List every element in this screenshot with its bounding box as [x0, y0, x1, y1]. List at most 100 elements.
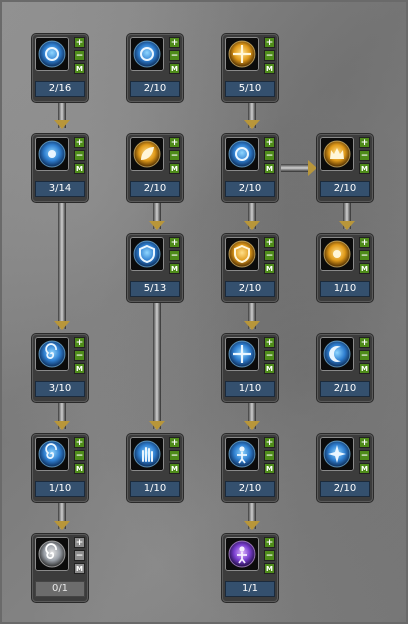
- increase-skill-button[interactable]: +: [359, 337, 370, 348]
- max-skill-button[interactable]: M: [359, 263, 370, 274]
- decrease-skill-button[interactable]: −: [74, 450, 85, 461]
- skill-level-label: 1/10: [130, 481, 180, 497]
- increase-skill-button[interactable]: +: [169, 37, 180, 48]
- golden-shield-icon[interactable]: [225, 237, 259, 271]
- skill-node: + − M 2/16: [32, 34, 88, 102]
- blue-star-icon[interactable]: [320, 437, 354, 471]
- decrease-skill-button[interactable]: −: [359, 150, 370, 161]
- max-skill-button[interactable]: M: [74, 463, 85, 474]
- skill-level-label: 1/10: [225, 381, 275, 397]
- decrease-skill-button[interactable]: −: [169, 250, 180, 261]
- golden-crown-icon[interactable]: [320, 137, 354, 171]
- increase-skill-button[interactable]: +: [74, 537, 85, 548]
- decrease-skill-button[interactable]: −: [74, 550, 85, 561]
- decrease-skill-button[interactable]: −: [169, 50, 180, 61]
- max-skill-button[interactable]: M: [169, 463, 180, 474]
- sun-ring-icon[interactable]: [35, 37, 69, 71]
- max-skill-button[interactable]: M: [74, 163, 85, 174]
- figure-ring-icon[interactable]: [130, 37, 164, 71]
- skill-node: + − M 2/10: [222, 234, 278, 302]
- increase-skill-button[interactable]: +: [359, 137, 370, 148]
- max-skill-button[interactable]: M: [359, 163, 370, 174]
- increase-skill-button[interactable]: +: [74, 437, 85, 448]
- blue-figure-icon[interactable]: [225, 437, 259, 471]
- max-skill-button[interactable]: M: [359, 363, 370, 374]
- skill-node: + − M 1/10: [222, 334, 278, 402]
- increase-skill-button[interactable]: +: [264, 137, 275, 148]
- max-skill-button[interactable]: M: [264, 463, 275, 474]
- blue-crescent-icon[interactable]: [320, 337, 354, 371]
- decrease-skill-button[interactable]: −: [264, 550, 275, 561]
- decrease-skill-button[interactable]: −: [264, 150, 275, 161]
- skill-node: + − M 0/1: [32, 534, 88, 602]
- blue-shield-icon[interactable]: [130, 237, 164, 271]
- increase-skill-button[interactable]: +: [169, 237, 180, 248]
- max-skill-button[interactable]: M: [74, 363, 85, 374]
- connector-r2c3-r3c3: [244, 201, 260, 230]
- skill-node: + − M 1/10: [317, 234, 373, 302]
- max-skill-button[interactable]: M: [169, 263, 180, 274]
- decrease-skill-button[interactable]: −: [264, 450, 275, 461]
- max-skill-button[interactable]: M: [264, 63, 275, 74]
- increase-skill-button[interactable]: +: [74, 137, 85, 148]
- decrease-skill-button[interactable]: −: [169, 450, 180, 461]
- max-skill-button[interactable]: M: [264, 263, 275, 274]
- connector-r6c3-r7c3: [244, 500, 260, 530]
- connector-r2c3-r2c4: [281, 160, 317, 176]
- blue-crosshair-icon[interactable]: [225, 337, 259, 371]
- max-skill-button[interactable]: M: [169, 163, 180, 174]
- connector-r3c3-r5c3: [244, 301, 260, 330]
- blue-orb-icon[interactable]: [35, 137, 69, 171]
- purple-figure-icon[interactable]: [225, 537, 259, 571]
- connector-r6c1-r7c1: [54, 500, 70, 530]
- connector-r3c2-r6c2: [149, 301, 165, 430]
- increase-skill-button[interactable]: +: [74, 337, 85, 348]
- skill-node: + − M 2/10: [222, 434, 278, 502]
- decrease-skill-button[interactable]: −: [359, 450, 370, 461]
- increase-skill-button[interactable]: +: [264, 237, 275, 248]
- decrease-skill-button[interactable]: −: [264, 50, 275, 61]
- decrease-skill-button[interactable]: −: [264, 350, 275, 361]
- skill-tree-panel: + − M 2/16 + − M 2/10 + − M 5/10 + − M 3/14 + − M 2/10 …: [0, 0, 408, 624]
- increase-skill-button[interactable]: +: [359, 437, 370, 448]
- skill-level-label: 2/10: [320, 181, 370, 197]
- decrease-skill-button[interactable]: −: [74, 150, 85, 161]
- max-skill-button[interactable]: M: [169, 63, 180, 74]
- blue-ring-icon[interactable]: [225, 137, 259, 171]
- max-skill-button[interactable]: M: [264, 563, 275, 574]
- connector-r1c1-r2c1: [54, 102, 70, 129]
- white-swirl-icon[interactable]: [35, 537, 69, 571]
- blue-vortex-icon[interactable]: [35, 437, 69, 471]
- increase-skill-button[interactable]: +: [169, 137, 180, 148]
- blue-spiral-icon[interactable]: [35, 337, 69, 371]
- increase-skill-button[interactable]: +: [169, 437, 180, 448]
- increase-skill-button[interactable]: +: [264, 37, 275, 48]
- skill-level-label: 0/1: [35, 581, 85, 597]
- decrease-skill-button[interactable]: −: [359, 350, 370, 361]
- skill-level-label: 1/10: [320, 281, 370, 297]
- increase-skill-button[interactable]: +: [264, 437, 275, 448]
- max-skill-button[interactable]: M: [264, 363, 275, 374]
- decrease-skill-button[interactable]: −: [74, 350, 85, 361]
- decrease-skill-button[interactable]: −: [74, 50, 85, 61]
- increase-skill-button[interactable]: +: [74, 37, 85, 48]
- increase-skill-button[interactable]: +: [359, 237, 370, 248]
- max-skill-button[interactable]: M: [74, 563, 85, 574]
- blue-hand-icon[interactable]: [130, 437, 164, 471]
- decrease-skill-button[interactable]: −: [264, 250, 275, 261]
- skill-node: + − M 2/10: [222, 134, 278, 202]
- max-skill-button[interactable]: M: [264, 163, 275, 174]
- max-skill-button[interactable]: M: [359, 463, 370, 474]
- connector-r2c1-r5c1: [54, 201, 70, 330]
- golden-leaf-icon[interactable]: [130, 137, 164, 171]
- golden-orb-icon[interactable]: [320, 237, 354, 271]
- increase-skill-button[interactable]: +: [264, 537, 275, 548]
- increase-skill-button[interactable]: +: [264, 337, 275, 348]
- max-skill-button[interactable]: M: [74, 63, 85, 74]
- skill-node: + − M 5/10: [222, 34, 278, 102]
- decrease-skill-button[interactable]: −: [359, 250, 370, 261]
- skill-node: + − M 2/10: [317, 434, 373, 502]
- golden-cross-icon[interactable]: [225, 37, 259, 71]
- decrease-skill-button[interactable]: −: [169, 150, 180, 161]
- skill-level-label: 1/10: [35, 481, 85, 497]
